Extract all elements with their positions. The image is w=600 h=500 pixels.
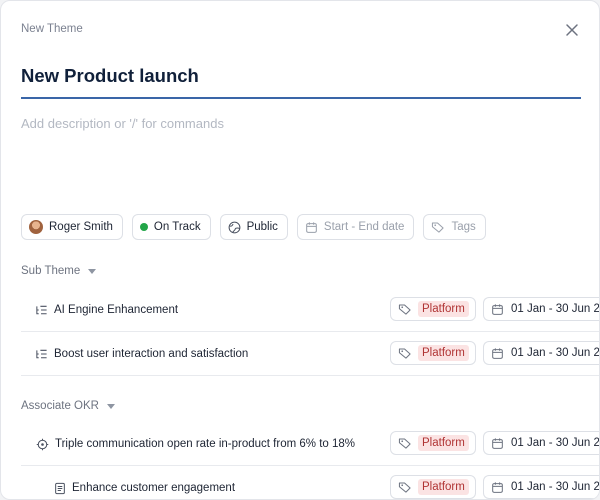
okr-name: Enhance customer engagement (72, 482, 236, 494)
date-range-label: Start - End date (323, 221, 405, 233)
calendar-icon (306, 221, 317, 233)
okr-name: Triple communication open rate in-produc… (55, 438, 355, 450)
sub-theme-section-toggle[interactable]: Sub Theme (21, 265, 97, 277)
modal-header-label: New Theme (21, 23, 83, 35)
tag-icon (432, 222, 445, 233)
sub-theme-name: Boost user interaction and satisfaction (54, 348, 249, 360)
list-tree-icon (36, 349, 47, 358)
globe-icon (228, 221, 240, 233)
tag-chip[interactable]: Platform (390, 431, 476, 455)
okr-row[interactable]: Triple communication open rate in-produc… (21, 422, 600, 466)
list-tree-icon (36, 305, 47, 314)
avatar (29, 220, 43, 234)
close-button[interactable] (562, 20, 582, 40)
theme-modal: New Theme New Product launch Add descrip… (0, 0, 600, 500)
description-input[interactable]: Add description or '/' for commands (21, 116, 224, 131)
date-chip[interactable]: 01 Jan - 30 Jun 2024 (483, 431, 600, 455)
date-chip[interactable]: 01 Jan - 30 Jun 2024 (483, 297, 600, 321)
tag-chip[interactable]: Platform (390, 475, 476, 499)
tag-pill: Platform (418, 301, 469, 317)
visibility-label: Public (246, 221, 278, 233)
sub-theme-row[interactable]: AI Engine Enhancement Platform 01 Jan - … (21, 288, 600, 332)
title-underline (21, 97, 581, 99)
calendar-icon (492, 437, 503, 449)
row-main: Triple communication open rate in-produc… (36, 422, 355, 466)
owner-chip[interactable]: Roger Smith (21, 214, 123, 240)
status-dot-icon (139, 223, 148, 231)
tag-chip[interactable]: Platform (390, 341, 476, 365)
close-icon (566, 24, 578, 36)
status-label: On Track (153, 221, 201, 233)
date-label: 01 Jan - 30 Jun 2024 (511, 303, 600, 315)
associate-okr-section-toggle[interactable]: Associate OKR (21, 400, 115, 412)
properties-bar: Roger Smith On Track Public Start - End … (21, 214, 486, 240)
sub-theme-name: AI Engine Enhancement (54, 304, 179, 316)
tag-icon (398, 304, 411, 315)
date-chip[interactable]: 01 Jan - 30 Jun 2024 (483, 341, 600, 365)
tag-icon (398, 482, 411, 493)
caret-down-icon (106, 404, 115, 409)
document-icon (55, 482, 65, 494)
date-range-chip[interactable]: Start - End date (296, 214, 415, 240)
okr-row[interactable]: Enhance customer engagement Platform 01 … (21, 466, 600, 499)
tag-chip[interactable]: Platform (390, 297, 476, 321)
row-main: Boost user interaction and satisfaction (35, 332, 248, 376)
visibility-chip[interactable]: Public (219, 214, 288, 240)
calendar-icon (492, 303, 503, 315)
row-main: Enhance customer engagement (54, 466, 236, 499)
tag-pill: Platform (418, 479, 469, 495)
date-label: 01 Jan - 30 Jun 2024 (511, 481, 600, 493)
sub-theme-row[interactable]: Boost user interaction and satisfaction … (21, 332, 600, 376)
tag-icon (398, 348, 411, 359)
sub-theme-heading: Sub Theme (21, 265, 81, 277)
row-main: AI Engine Enhancement (35, 288, 178, 332)
calendar-icon (492, 481, 503, 493)
tags-chip[interactable]: Tags (423, 214, 486, 240)
status-chip[interactable]: On Track (131, 214, 211, 240)
tag-pill: Platform (418, 435, 469, 451)
date-label: 01 Jan - 30 Jun 2024 (511, 347, 600, 359)
tag-icon (398, 438, 411, 449)
date-label: 01 Jan - 30 Jun 2024 (511, 437, 600, 449)
associate-okr-heading: Associate OKR (21, 400, 99, 412)
owner-label: Roger Smith (49, 221, 113, 233)
target-icon (36, 438, 49, 450)
date-chip[interactable]: 01 Jan - 30 Jun 2024 (483, 475, 600, 499)
theme-title-input[interactable]: New Product launch (21, 65, 199, 87)
caret-down-icon (88, 269, 97, 274)
calendar-icon (492, 347, 503, 359)
tags-label: Tags (451, 221, 476, 233)
tag-pill: Platform (418, 345, 469, 361)
